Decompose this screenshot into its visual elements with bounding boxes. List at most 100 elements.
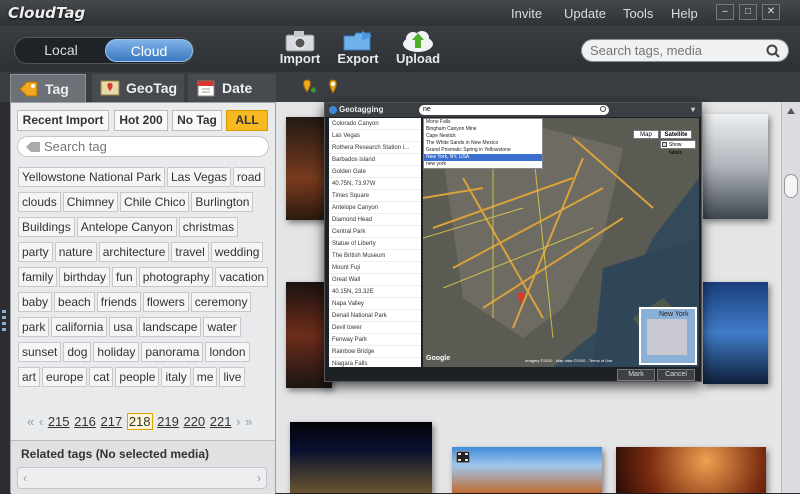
tab-geotag[interactable]: GeoTag	[92, 74, 184, 102]
tag-chip[interactable]: art	[18, 367, 41, 387]
export-button[interactable]: Export	[331, 28, 385, 70]
minimize-icon[interactable]: –	[716, 4, 734, 20]
tab-date[interactable]: Date	[188, 74, 276, 102]
media-thumbnail[interactable]	[452, 447, 602, 493]
scroll-up-icon[interactable]	[787, 108, 795, 114]
location-list-item[interactable]: Barbados island	[329, 154, 421, 166]
search-input[interactable]	[590, 43, 770, 58]
page-link[interactable]: 221	[210, 414, 232, 429]
tag-chip[interactable]: landscape	[138, 317, 202, 337]
tag-chip[interactable]: vacation	[215, 267, 269, 287]
location-list-item[interactable]: Fenway Park	[329, 334, 421, 346]
tag-chip[interactable]: architecture	[98, 242, 170, 262]
location-list-item[interactable]: Rothera Research Station i...	[329, 142, 421, 154]
tag-chip[interactable]: me	[192, 367, 218, 387]
tag-chip[interactable]: dog	[63, 342, 92, 362]
tag-chip[interactable]: london	[205, 342, 250, 362]
tag-chip[interactable]: friends	[96, 292, 141, 312]
location-list-item[interactable]: Las Vegas	[329, 130, 421, 142]
tag-chip[interactable]: birthday	[59, 267, 111, 287]
map-type-satellite-button[interactable]: Satellite	[660, 130, 692, 139]
tag-chip[interactable]: italy	[161, 367, 191, 387]
location-list-item[interactable]: Great Wall	[329, 274, 421, 286]
tag-chip[interactable]: christmas	[178, 217, 239, 237]
tag-chip[interactable]: usa	[109, 317, 137, 337]
next-page-icon[interactable]: ›	[236, 414, 240, 429]
local-button[interactable]: Local	[17, 39, 105, 62]
location-list-item[interactable]: 40.15N, 23.32E	[329, 286, 421, 298]
satellite-map[interactable]: Mono Falls Bingham Canyon Mine Cape Nestic…	[423, 118, 699, 367]
scroll-left-icon[interactable]: ‹	[23, 471, 27, 485]
media-thumbnail[interactable]	[290, 422, 432, 493]
tag-chip[interactable]: Chimney	[62, 192, 119, 212]
suggestion-item[interactable]: The White Sands in New Mexico	[424, 140, 542, 147]
tag-chip[interactable]: Burlington	[191, 192, 254, 212]
scroll-right-icon[interactable]: ›	[257, 471, 261, 485]
tag-chip[interactable]: party	[18, 242, 53, 262]
close-icon[interactable]: ✕	[762, 4, 780, 20]
search-icon[interactable]	[600, 106, 606, 112]
tag-chip[interactable]: sunset	[18, 342, 62, 362]
menu-invite[interactable]: Invite	[511, 6, 542, 21]
related-tags-box[interactable]: ‹ ›	[17, 467, 267, 489]
location-pin-icon[interactable]	[326, 78, 340, 98]
menu-tools[interactable]: Tools	[623, 6, 653, 21]
dialog-search-input[interactable]: ne	[423, 105, 431, 115]
cloud-button[interactable]: Cloud	[105, 39, 193, 62]
filter-hot-200[interactable]: Hot 200	[114, 110, 168, 131]
location-list-item[interactable]: The British Museum	[329, 250, 421, 262]
scrollbar-thumb[interactable]	[784, 174, 798, 198]
upload-button[interactable]: Upload	[391, 28, 445, 70]
suggestion-item[interactable]: Cape Nestick	[424, 133, 542, 140]
tag-chip[interactable]: europe	[42, 367, 88, 387]
previous-page-icon[interactable]: ‹	[39, 414, 43, 429]
scrollbar[interactable]	[781, 102, 800, 493]
suggestion-item[interactable]: Grand Prismatic Spring in Yellowstone	[424, 147, 542, 154]
tab-tag[interactable]: Tag	[10, 74, 86, 102]
suggestion-item[interactable]: Mono Falls	[424, 119, 542, 126]
add-geotag-icon[interactable]	[300, 78, 318, 98]
page-link[interactable]: 215	[48, 414, 70, 429]
tag-chip[interactable]: nature	[54, 242, 97, 262]
tag-chip[interactable]: wedding	[210, 242, 264, 262]
suggestion-item[interactable]: New York, NY, USA	[424, 154, 542, 161]
tag-chip[interactable]: panorama	[141, 342, 204, 362]
tag-chip[interactable]: people	[115, 367, 160, 387]
mark-button[interactable]: Mark	[617, 369, 655, 381]
tag-chip[interactable]: baby	[18, 292, 53, 312]
page-link[interactable]: 217	[100, 414, 122, 429]
suggestion-item[interactable]: Bingham Canyon Mine	[424, 126, 542, 133]
tag-chip[interactable]: road	[233, 167, 266, 187]
cancel-button[interactable]: Cancel	[657, 369, 695, 381]
tag-chip[interactable]: flowers	[142, 292, 189, 312]
tag-chip[interactable]: live	[219, 367, 246, 387]
tag-chip[interactable]: Buildings	[18, 217, 75, 237]
location-list-item[interactable]: Diamond Head	[329, 214, 421, 226]
page-link[interactable]: 219	[157, 414, 179, 429]
map-type-map-button[interactable]: Map	[633, 130, 659, 139]
tag-chip[interactable]: water	[203, 317, 241, 337]
media-thumbnail[interactable]	[703, 282, 768, 384]
filter-recent-import[interactable]: Recent Import	[17, 110, 109, 131]
location-list-item[interactable]: 40.75N, 73.97W	[329, 178, 421, 190]
search-icon[interactable]	[766, 44, 780, 58]
location-list-item[interactable]: Central Park	[329, 226, 421, 238]
maximize-icon[interactable]: □	[739, 4, 757, 20]
location-list-item[interactable]: Napa Valley	[329, 298, 421, 310]
tag-chip[interactable]: california	[51, 317, 108, 337]
media-thumbnail[interactable]	[703, 114, 768, 219]
media-thumbnail[interactable]	[616, 447, 766, 493]
tag-search-input[interactable]	[44, 139, 254, 154]
tag-chip[interactable]: family	[18, 267, 58, 287]
tag-chip[interactable]: Chile Chico	[120, 192, 190, 212]
tag-chip[interactable]: Yellowstone National Park	[18, 167, 165, 187]
last-page-icon[interactable]: »	[245, 414, 252, 429]
suggestion-item[interactable]: new york	[424, 161, 542, 168]
location-list-item[interactable]: Rainbow Bridge	[329, 346, 421, 358]
tag-chip[interactable]: holiday	[93, 342, 140, 362]
tag-chip[interactable]: Las Vegas	[166, 167, 232, 187]
location-list-item[interactable]: Antelope Canyon	[329, 202, 421, 214]
location-list-item[interactable]: Mount Fuji	[329, 262, 421, 274]
page-link[interactable]: 220	[183, 414, 205, 429]
tag-chip[interactable]: travel	[171, 242, 209, 262]
